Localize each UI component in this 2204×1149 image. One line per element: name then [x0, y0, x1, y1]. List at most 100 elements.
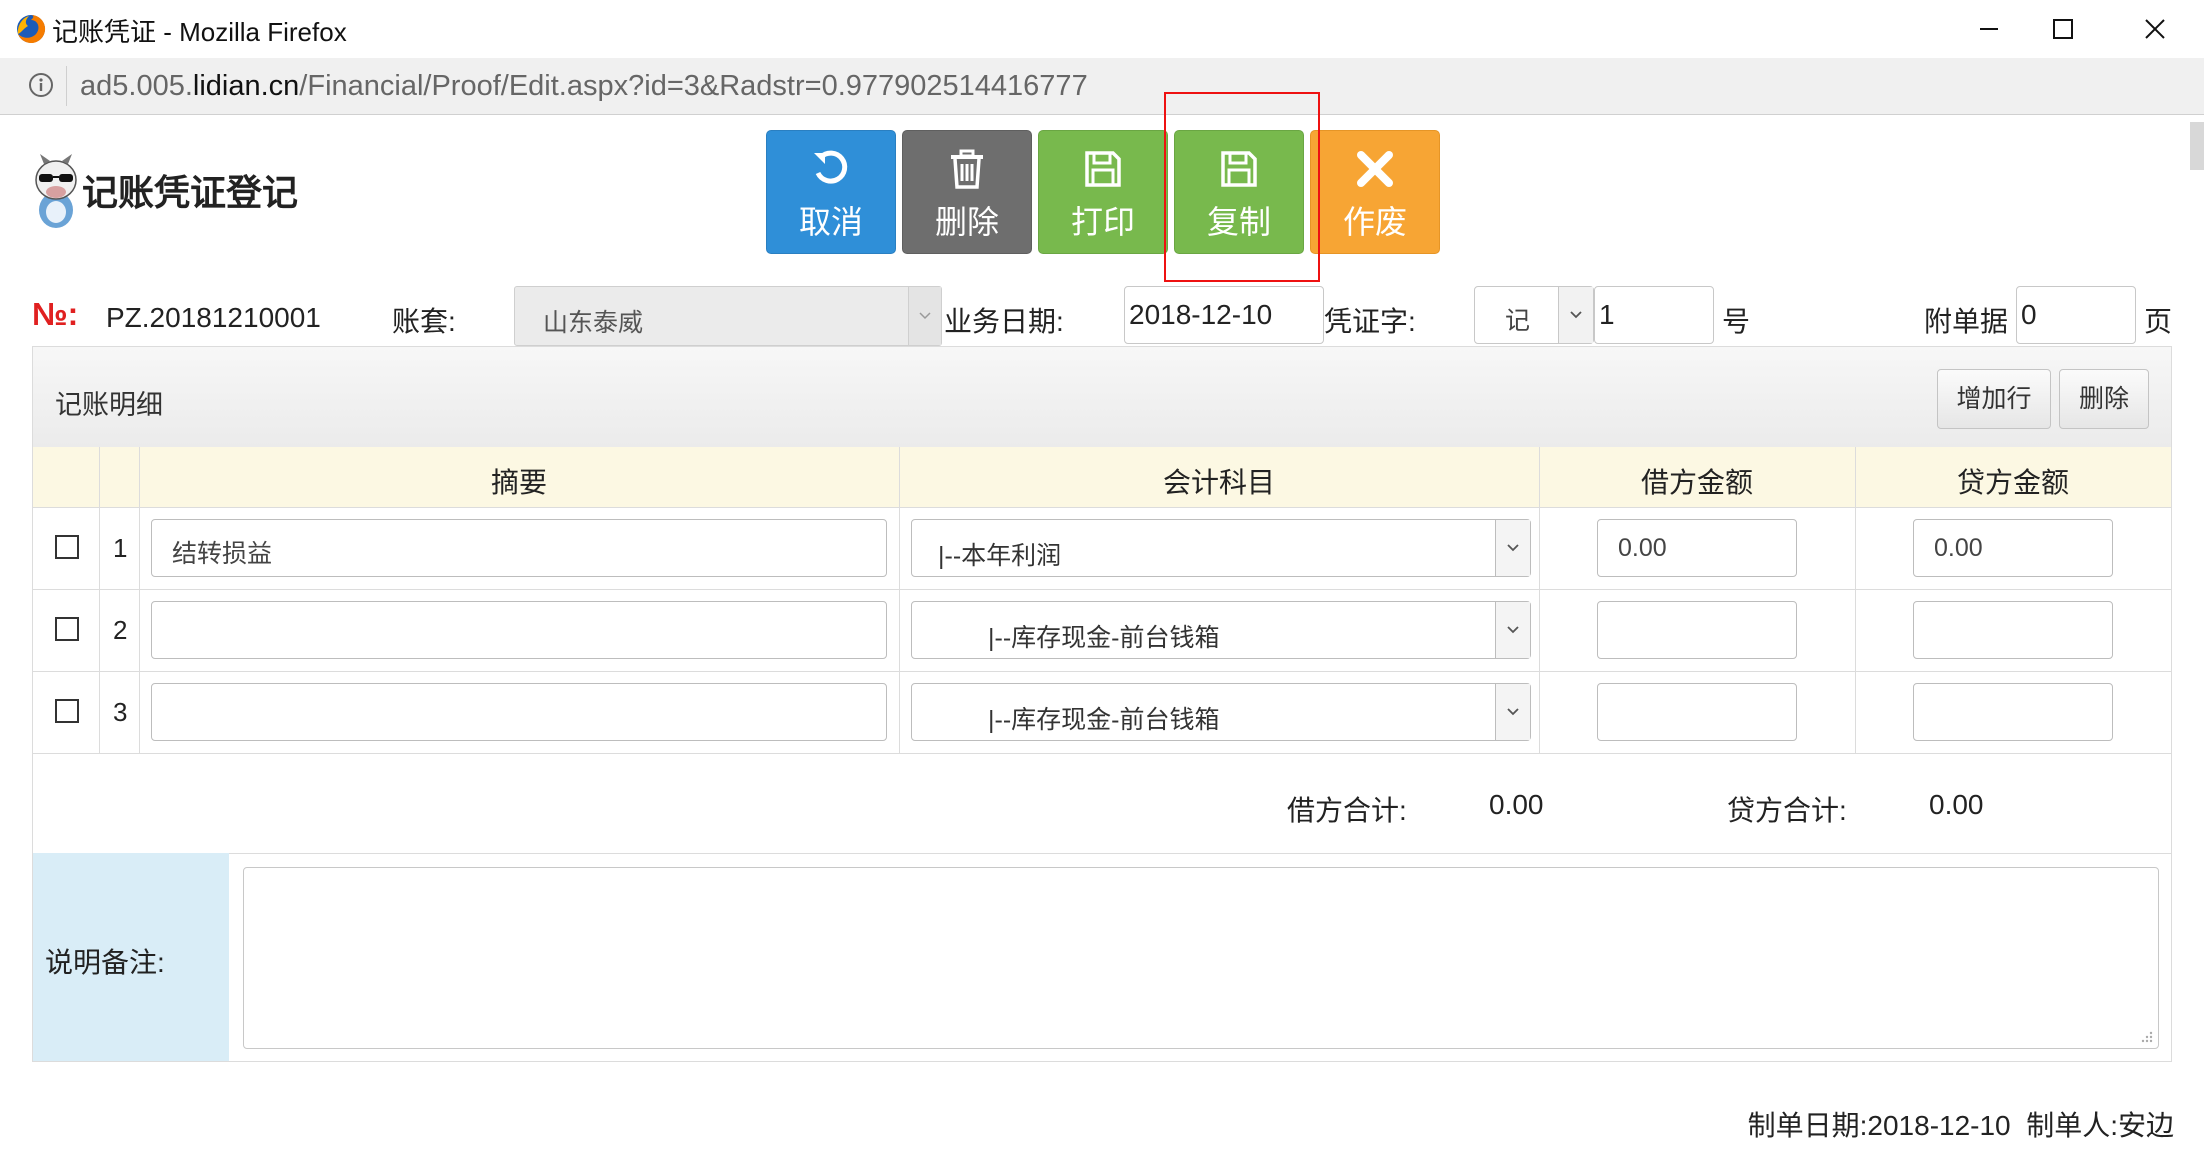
summary-input[interactable]: [151, 683, 887, 741]
subject-dropdown-arrow: [1495, 520, 1530, 576]
subject-value: |--库存现金-前台钱箱: [988, 706, 1220, 734]
credit-input[interactable]: [1913, 683, 2113, 741]
minimize-icon: [1980, 28, 1998, 30]
debit-input[interactable]: [1597, 683, 1797, 741]
account-select[interactable]: 山东泰威: [514, 286, 942, 346]
attachment-suffix: 页: [2144, 306, 2173, 337]
date-label: 业务日期:: [944, 306, 1064, 337]
chevron-down-icon: [919, 312, 931, 320]
close-icon: [2145, 19, 2165, 39]
firefox-icon: [17, 14, 46, 43]
subject-select[interactable]: |--库存现金-前台钱箱: [911, 601, 1531, 659]
url-text[interactable]: ad5.005.lidian.cn/Financial/Proof/Edit.a…: [80, 70, 1088, 103]
url-separator: [66, 66, 67, 106]
url-prefix: ad5.005.: [80, 70, 193, 102]
memo-label-cell: 说明备注:: [33, 853, 229, 1061]
cancel-button[interactable]: 取消: [766, 130, 896, 254]
info-icon[interactable]: [28, 72, 54, 98]
row-number: 2: [113, 615, 128, 645]
debit-total-label: 借方合计:: [1287, 795, 1407, 826]
delete-button[interactable]: 删除: [902, 130, 1032, 254]
credit-total-value: 0.00: [1929, 789, 1984, 820]
highlight-box: [1164, 92, 1320, 282]
cow-mascot-icon: [35, 154, 77, 228]
subject-dropdown-arrow: [1495, 602, 1530, 658]
panel-header: 记账明细 增加行 删除: [33, 347, 2171, 448]
url-host: lidian.cn: [192, 70, 300, 102]
account-label: 账套:: [392, 306, 456, 337]
floppy-disk-icon: [1085, 151, 1121, 187]
voucher-type-select[interactable]: 记: [1474, 286, 1594, 344]
debit-input[interactable]: 0.00: [1597, 519, 1797, 577]
chevron-down-icon: [1507, 626, 1519, 634]
credit-total-label: 贷方合计:: [1727, 795, 1847, 826]
undo-icon: [814, 150, 848, 184]
made-date-value: 2018-12-10: [1867, 1110, 2011, 1141]
page-title: 记账凭证登记: [82, 172, 299, 213]
maximize-icon: [2053, 19, 2073, 39]
ledger-detail-panel: 记账明细 增加行 删除 摘要 会计科目 借方金额 贷方金额 1 结转损益 |--…: [32, 346, 2172, 1062]
subject-select[interactable]: |--本年利润: [911, 519, 1531, 577]
close-window-button[interactable]: [2110, 0, 2200, 58]
chevron-down-icon: [1570, 311, 1582, 319]
totals-row: 借方合计: 0.00 贷方合计: 0.00: [33, 753, 2171, 854]
debit-input[interactable]: [1597, 601, 1797, 659]
window-title: 记账凭证 - Mozilla Firefox: [52, 17, 347, 47]
row-checkbox[interactable]: [55, 535, 79, 559]
void-button[interactable]: 作废: [1310, 130, 1440, 254]
voucher-no-label: №:: [32, 296, 79, 332]
memo-textarea[interactable]: [243, 867, 2159, 1049]
x-icon: [1357, 151, 1393, 187]
window-titlebar: 记账凭证 - Mozilla Firefox: [0, 0, 2204, 59]
voucher-type-value: 记: [1505, 307, 1531, 335]
cancel-button-label: 取消: [798, 204, 863, 240]
date-input[interactable]: 2018-12-10: [1124, 286, 1324, 344]
table-header: 摘要 会计科目 借方金额 贷方金额: [33, 447, 2171, 508]
maximize-button[interactable]: [2018, 0, 2108, 58]
scrollbar[interactable]: [2190, 122, 2204, 170]
column-credit: 贷方金额: [1956, 467, 2069, 498]
subject-value: |--库存现金-前台钱箱: [988, 624, 1220, 652]
number-suffix: 号: [1722, 306, 1751, 337]
add-row-button[interactable]: 增加行: [1937, 369, 2051, 429]
credit-input[interactable]: [1913, 601, 2113, 659]
trash-icon: [951, 149, 983, 189]
maker-value: 安边: [2117, 1110, 2174, 1141]
subject-value: |--本年利润: [938, 542, 1062, 570]
credit-input[interactable]: 0.00: [1913, 519, 2113, 577]
account-dropdown-arrow: [908, 287, 941, 345]
subject-dropdown-arrow: [1495, 684, 1530, 740]
url-path: /Financial/Proof/Edit.aspx?id=3&Radstr=0…: [299, 70, 1088, 102]
void-button-label: 作废: [1342, 204, 1407, 240]
voucher-type-dropdown-arrow: [1558, 287, 1593, 343]
table-row: 1 结转损益 |--本年利润 0.00 0.00: [33, 507, 2171, 590]
address-bar[interactable]: ad5.005.lidian.cn/Financial/Proof/Edit.a…: [0, 58, 2204, 170]
chevron-down-icon: [1507, 544, 1519, 552]
footer-info: 制单日期:2018-12-10 制单人:安边: [1748, 1104, 2174, 1144]
summary-input[interactable]: [151, 601, 887, 659]
attachment-label: 附单据: [1924, 306, 2009, 337]
row-number: 1: [113, 533, 128, 563]
resize-handle-icon[interactable]: [2138, 1028, 2154, 1044]
delete-row-button[interactable]: 删除: [2059, 369, 2149, 429]
print-button[interactable]: 打印: [1038, 130, 1168, 254]
account-value: 山东泰威: [543, 309, 644, 337]
maker-label: 制单人:: [2026, 1110, 2118, 1141]
voucher-no-value: PZ.20181210001: [106, 302, 321, 333]
debit-total-value: 0.00: [1489, 789, 1544, 820]
voucher-number-input[interactable]: 1: [1594, 286, 1714, 344]
row-checkbox[interactable]: [55, 617, 79, 641]
panel-title: 记账明细: [55, 390, 163, 420]
subject-select[interactable]: |--库存现金-前台钱箱: [911, 683, 1531, 741]
column-summary: 摘要: [490, 467, 547, 498]
chevron-down-icon: [1507, 708, 1519, 716]
summary-input[interactable]: 结转损益: [151, 519, 887, 577]
row-checkbox[interactable]: [55, 699, 79, 723]
table-row: 2 |--库存现金-前台钱箱: [33, 589, 2171, 672]
attachment-input[interactable]: 0: [2016, 286, 2136, 344]
column-debit: 借方金额: [1640, 467, 1753, 498]
voucher-type-label: 凭证字:: [1324, 306, 1416, 337]
delete-button-label: 删除: [934, 204, 999, 240]
table-row: 3 |--库存现金-前台钱箱: [33, 671, 2171, 754]
row-number: 3: [113, 697, 128, 727]
